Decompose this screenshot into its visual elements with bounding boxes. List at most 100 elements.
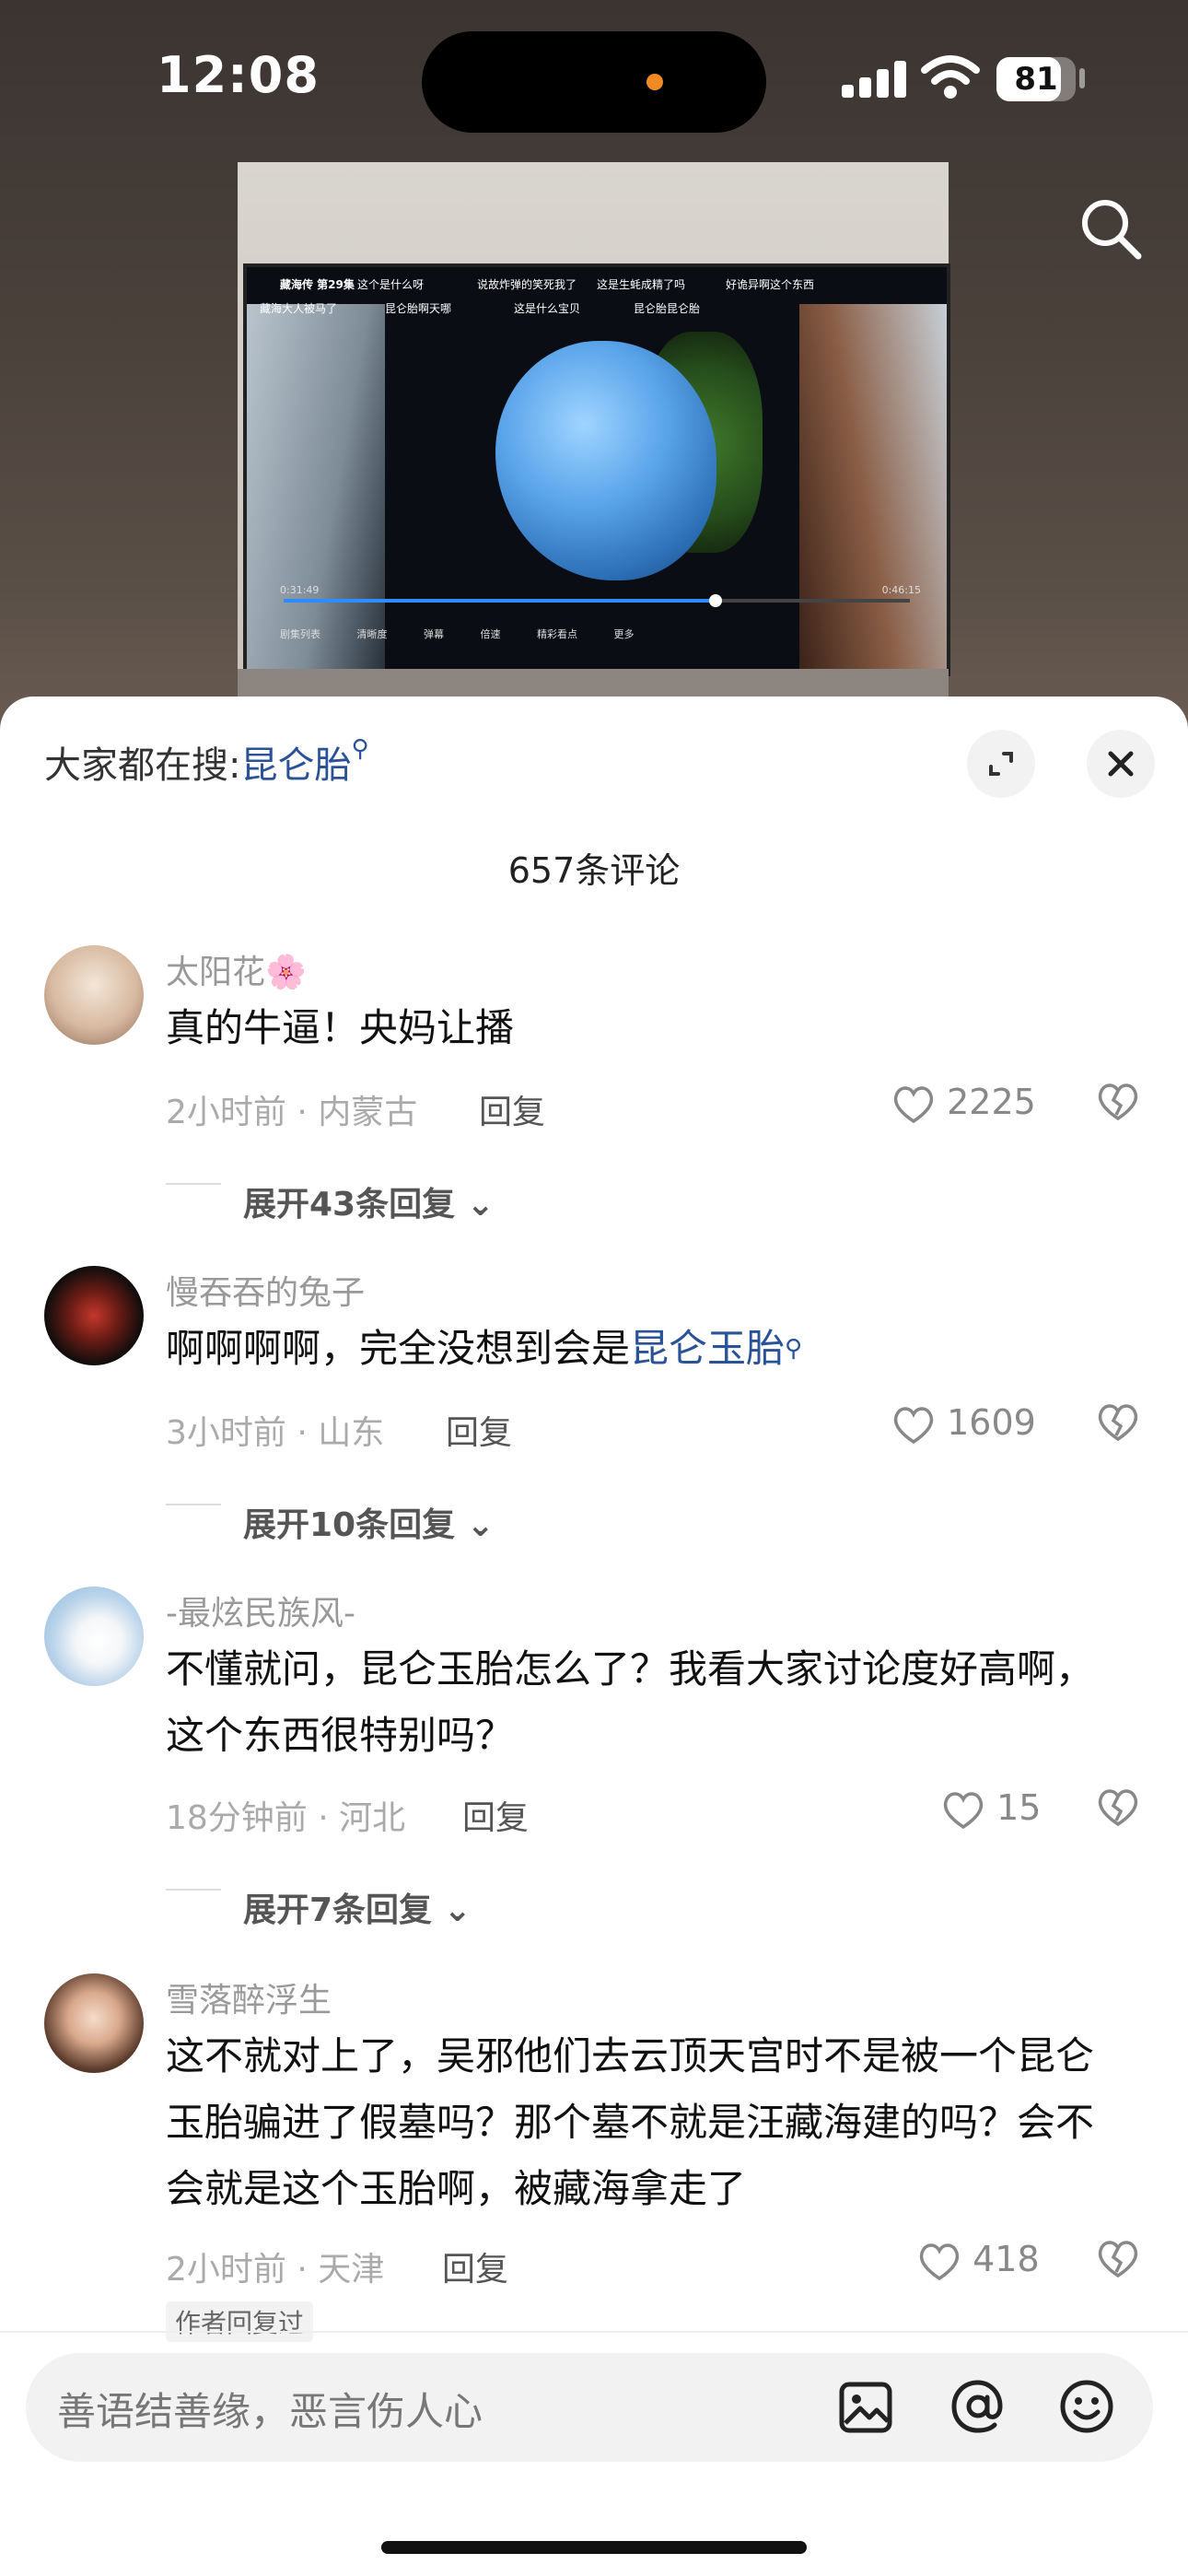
like-count: 15 xyxy=(996,1787,1042,1828)
like-count: 2225 xyxy=(947,1082,1036,1122)
chevron-down-icon: ⌄ xyxy=(466,1506,495,1544)
comment-count: 657条评论 xyxy=(507,850,681,891)
heart-icon xyxy=(943,1791,984,1829)
comment-text-part: 啊啊啊啊，完全没想到会是 xyxy=(166,1326,631,1371)
hot-search[interactable]: 大家都在搜:昆仑胎⚲ xyxy=(44,735,369,789)
control-more[interactable]: 更多 xyxy=(614,628,635,640)
search-icon[interactable] xyxy=(1076,193,1146,263)
reply-button[interactable]: 回复 xyxy=(462,1791,529,1839)
avatar[interactable] xyxy=(44,1266,144,1365)
comment-meta: 2小时前 · 天津 xyxy=(166,2251,385,2289)
video-controls: 剧集列表 清晰度 弹幕 倍速 精彩看点 更多 xyxy=(280,626,668,641)
expand-replies-button[interactable]: 展开43条回复 ⌄ xyxy=(243,1177,495,1225)
status-bar: 12:08 81 xyxy=(0,0,1188,157)
battery-level: 81 xyxy=(1014,61,1058,98)
reply-button[interactable]: 回复 xyxy=(442,2242,508,2290)
avatar[interactable] xyxy=(44,945,144,1045)
comment-input[interactable]: 善语结善缘，恶言伤人心 xyxy=(26,2353,1153,2462)
cellular-signal-icon xyxy=(842,59,906,98)
broken-heart-icon xyxy=(1098,1083,1138,1121)
comment-username[interactable]: -最炫民族风- xyxy=(166,1587,355,1634)
avatar[interactable] xyxy=(44,1587,144,1686)
like-button[interactable]: 15 xyxy=(941,1787,1041,1831)
video-progress-fill xyxy=(284,599,716,603)
comment-text: 真的牛逼！央妈让播 xyxy=(166,1005,515,1050)
tv-bottom-bezel xyxy=(238,669,949,697)
danmu-comment: 这是生蚝成精了吗 xyxy=(597,278,686,291)
image-icon[interactable] xyxy=(838,2381,893,2434)
comment-text: 不懂就问，昆仑玉胎怎么了？我看大家讨论度好高啊， 这个东西很特别吗？ xyxy=(166,1636,1142,1769)
dislike-button[interactable] xyxy=(1096,2239,1140,2279)
like-button[interactable]: 418 xyxy=(917,2239,1040,2282)
input-divider xyxy=(0,2331,1188,2333)
chevron-down-icon: ⌄ xyxy=(466,1186,495,1224)
expand-replies-button[interactable]: 展开7条回复 ⌄ xyxy=(243,1883,472,1931)
tv-screen: 藏海传 第29集 这个是什么呀 说故炸弹的笑死我了 这是生蚝成精了吗 好诡异啊这… xyxy=(243,263,950,676)
control-speed[interactable]: 倍速 xyxy=(481,628,501,640)
dislike-button[interactable] xyxy=(1096,1082,1140,1122)
comment-text-line: 会就是这个玉胎啊，被藏海拿走了 xyxy=(166,2166,747,2211)
hot-search-label: 大家都在搜: xyxy=(44,744,241,787)
comment-username[interactable]: 太阳花🌸 xyxy=(166,945,307,993)
heart-icon xyxy=(893,1085,934,1123)
privacy-dot-icon xyxy=(646,74,663,90)
expand-replies-label: 展开43条回复 xyxy=(243,1186,456,1224)
battery-icon: 81 xyxy=(996,57,1076,101)
danmu-comment: 说故炸弹的笑死我了 xyxy=(477,278,577,291)
close-icon xyxy=(1108,751,1134,777)
like-count: 418 xyxy=(973,2239,1040,2279)
danmu-comment: 昆仑胎啊天哪 xyxy=(385,302,452,315)
hot-search-keyword[interactable]: 昆仑胎 xyxy=(240,744,351,787)
keyword-search-icon: ⚲ xyxy=(785,1335,803,1363)
danmu-comment: 这个是什么呀 xyxy=(357,278,425,291)
video-progress-handle[interactable] xyxy=(709,594,723,607)
close-button[interactable] xyxy=(1087,730,1155,798)
comment-keyword-link[interactable]: 昆仑玉胎 xyxy=(630,1326,785,1371)
control-episode-list[interactable]: 剧集列表 xyxy=(280,628,320,640)
video-current-time: 0:31:49 xyxy=(280,584,320,596)
scene-right xyxy=(799,304,947,673)
broken-heart-icon xyxy=(1098,1789,1138,1827)
wifi-icon xyxy=(921,55,980,99)
expand-replies-label: 展开10条回复 xyxy=(243,1506,456,1544)
mention-icon[interactable] xyxy=(949,2377,1007,2436)
danmu-comment: 好诡异啊这个东西 xyxy=(726,278,815,291)
divider-line xyxy=(166,1183,221,1185)
video-progress-bar[interactable] xyxy=(284,594,910,607)
comment-text: 这不就对上了，吴邪他们去云顶天宫时不是被一个昆仑 玉胎骗进了假墓吗？那个墓不就是… xyxy=(166,2023,1142,2222)
comment-meta: 3小时前 · 山东 xyxy=(166,1414,385,1452)
expand-icon xyxy=(989,752,1013,776)
heart-icon xyxy=(893,1406,934,1444)
comment-input-placeholder: 善语结善缘，恶言伤人心 xyxy=(57,2389,483,2434)
keyword-search-icon: ⚲ xyxy=(351,735,369,763)
avatar[interactable] xyxy=(44,1973,144,2073)
control-quality[interactable]: 清晰度 xyxy=(357,628,388,640)
danmu-comment: 藏海大人被马了 xyxy=(260,302,338,315)
comment-text-line: 这个东西很特别吗？ xyxy=(166,1713,515,1758)
divider-line xyxy=(166,1504,221,1505)
control-danmu[interactable]: 弹幕 xyxy=(424,628,444,640)
like-button[interactable]: 2225 xyxy=(891,1082,1036,1125)
comment-username[interactable]: 慢吞吞的兔子 xyxy=(166,1266,365,1314)
expand-replies-button[interactable]: 展开10条回复 ⌄ xyxy=(243,1498,495,1546)
control-highlights[interactable]: 精彩看点 xyxy=(537,628,577,640)
like-count: 1609 xyxy=(947,1402,1036,1443)
home-indicator[interactable] xyxy=(381,2541,807,2554)
dynamic-island xyxy=(422,31,766,133)
divider-line xyxy=(166,1889,221,1891)
like-button[interactable]: 1609 xyxy=(891,1402,1036,1446)
dislike-button[interactable] xyxy=(1096,1402,1140,1443)
expand-button[interactable] xyxy=(967,730,1035,798)
emoji-icon[interactable] xyxy=(1057,2377,1116,2436)
dislike-button[interactable] xyxy=(1096,1787,1140,1828)
reply-button[interactable]: 回复 xyxy=(446,1406,512,1454)
scene-left xyxy=(247,304,385,673)
danmu-comment: 藏海传 第29集 xyxy=(280,278,355,291)
comment-username[interactable]: 雪落醉浮生 xyxy=(166,1973,332,2021)
danmu-comment: 昆仑胎昆仑胎 xyxy=(634,302,701,315)
chevron-down-icon: ⌄ xyxy=(443,1891,472,1929)
comment-text-line: 不懂就问，昆仑玉胎怎么了？我看大家讨论度好高啊， xyxy=(166,1646,1095,1692)
video-total-time: 0:46:15 xyxy=(881,584,921,596)
comment-meta: 2小时前 · 内蒙古 xyxy=(166,1094,418,1131)
reply-button[interactable]: 回复 xyxy=(479,1085,545,1133)
